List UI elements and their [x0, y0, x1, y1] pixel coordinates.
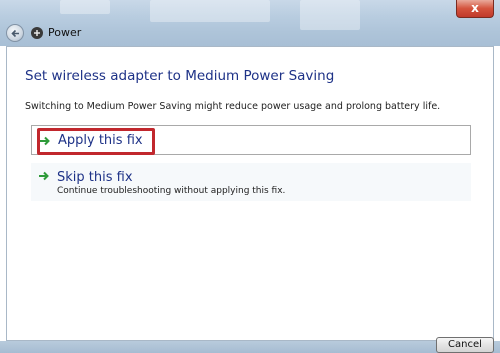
skip-fix-description: Continue troubleshooting without applyin…: [57, 186, 286, 196]
background-window-shape: [300, 0, 360, 30]
power-troubleshooter-icon: [31, 27, 43, 39]
skip-fix-label: Skip this fix: [57, 170, 133, 185]
page-description: Switching to Medium Power Saving might r…: [25, 101, 441, 112]
title-bar: x Power: [0, 0, 500, 46]
skip-fix-option[interactable]: Skip this fix Continue troubleshooting w…: [31, 163, 471, 201]
back-arrow-icon: [11, 29, 19, 38]
back-button[interactable]: [6, 24, 24, 42]
page-heading: Set wireless adapter to Medium Power Sav…: [25, 68, 335, 84]
green-arrow-icon: [39, 171, 49, 181]
background-window-shape: [150, 0, 270, 22]
green-arrow-icon: [40, 136, 50, 146]
apply-fix-option[interactable]: Apply this fix: [31, 125, 471, 155]
bottom-bar: [0, 341, 500, 353]
window-title: Power: [48, 26, 82, 39]
background-window-shape: [60, 0, 110, 14]
apply-fix-label: Apply this fix: [58, 133, 143, 148]
cancel-button[interactable]: Cancel: [436, 337, 494, 353]
close-button[interactable]: x: [456, 0, 494, 18]
